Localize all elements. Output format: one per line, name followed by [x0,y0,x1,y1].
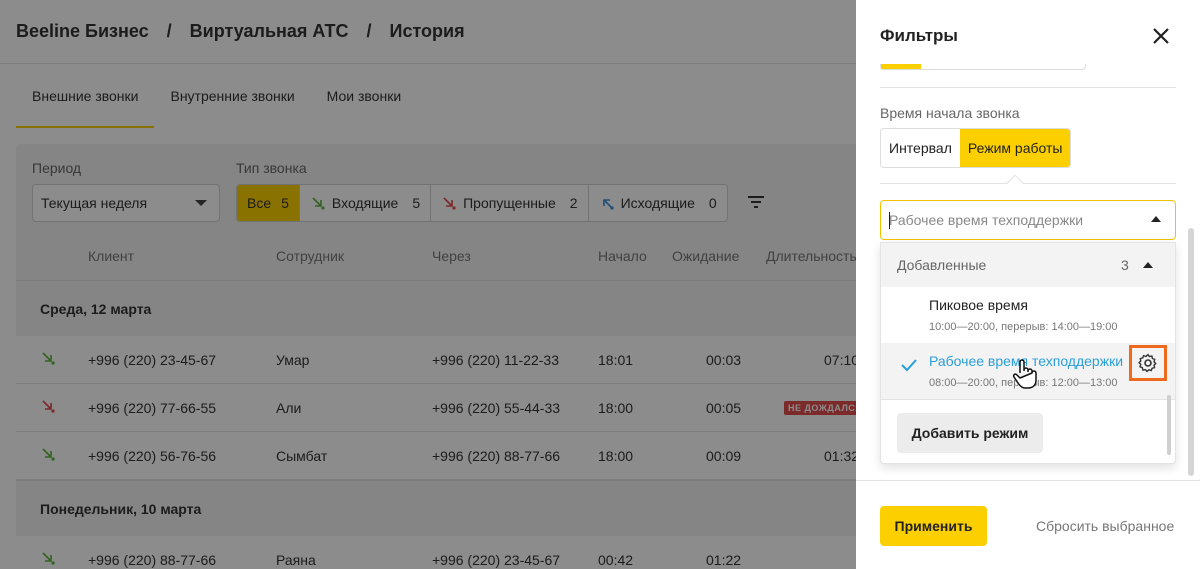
previous-filter-selected [881,64,921,69]
schedule-dropdown: Добавленные 3 Пиковое время 10:00—20:00,… [880,242,1176,464]
dropdown-scrollbar[interactable] [1167,395,1171,455]
schedule-option-peak[interactable]: Пиковое время 10:00—20:00, перерыв: 14:0… [881,287,1175,343]
option-hours: 10:00—20:00, перерыв: 14:00—19:00 [929,321,1118,333]
panel-footer: Применить Сбросить выбранное [856,480,1200,569]
previous-filter-control[interactable] [880,64,1086,70]
pointer-notch [1006,174,1024,192]
mode-work-schedule[interactable]: Режим работы [959,129,1071,167]
filters-panel: Фильтры Время начала звонка Интервал Реж… [856,0,1200,569]
reset-button[interactable]: Сбросить выбранное [1036,518,1174,534]
panel-scroll-area[interactable]: Время начала звонка Интервал Режим работ… [856,64,1200,480]
hand-pointer-icon [1012,358,1038,395]
checkmark-icon [901,358,917,377]
panel-title: Фильтры [880,26,958,45]
apply-button[interactable]: Применить [880,506,987,546]
work-schedule-combobox[interactable]: Рабочее время техподдержки [880,200,1176,240]
chevron-up-icon[interactable] [1151,216,1161,222]
dropdown-group-header[interactable]: Добавленные 3 [881,243,1175,287]
group-count: 3 [1121,257,1129,273]
combobox-placeholder: Рабочее время техподдержки [889,212,1084,228]
time-mode-toggle: Интервал Режим работы [880,128,1072,168]
panel-scrollbar[interactable] [1188,228,1194,476]
call-start-time-label: Время начала звонка [880,105,1020,121]
add-schedule-button[interactable]: Добавить режим [897,413,1043,453]
chevron-up-icon[interactable] [1143,262,1153,268]
modal-backdrop[interactable] [0,0,856,569]
group-label: Добавленные [897,257,987,273]
mode-interval[interactable]: Интервал [881,129,960,167]
text-cursor [889,212,890,229]
gear-icon[interactable] [1129,345,1167,381]
close-icon[interactable] [1151,26,1177,48]
divider [880,183,1176,184]
divider [880,87,1176,88]
option-name: Пиковое время [929,297,1028,313]
divider [881,399,1175,400]
